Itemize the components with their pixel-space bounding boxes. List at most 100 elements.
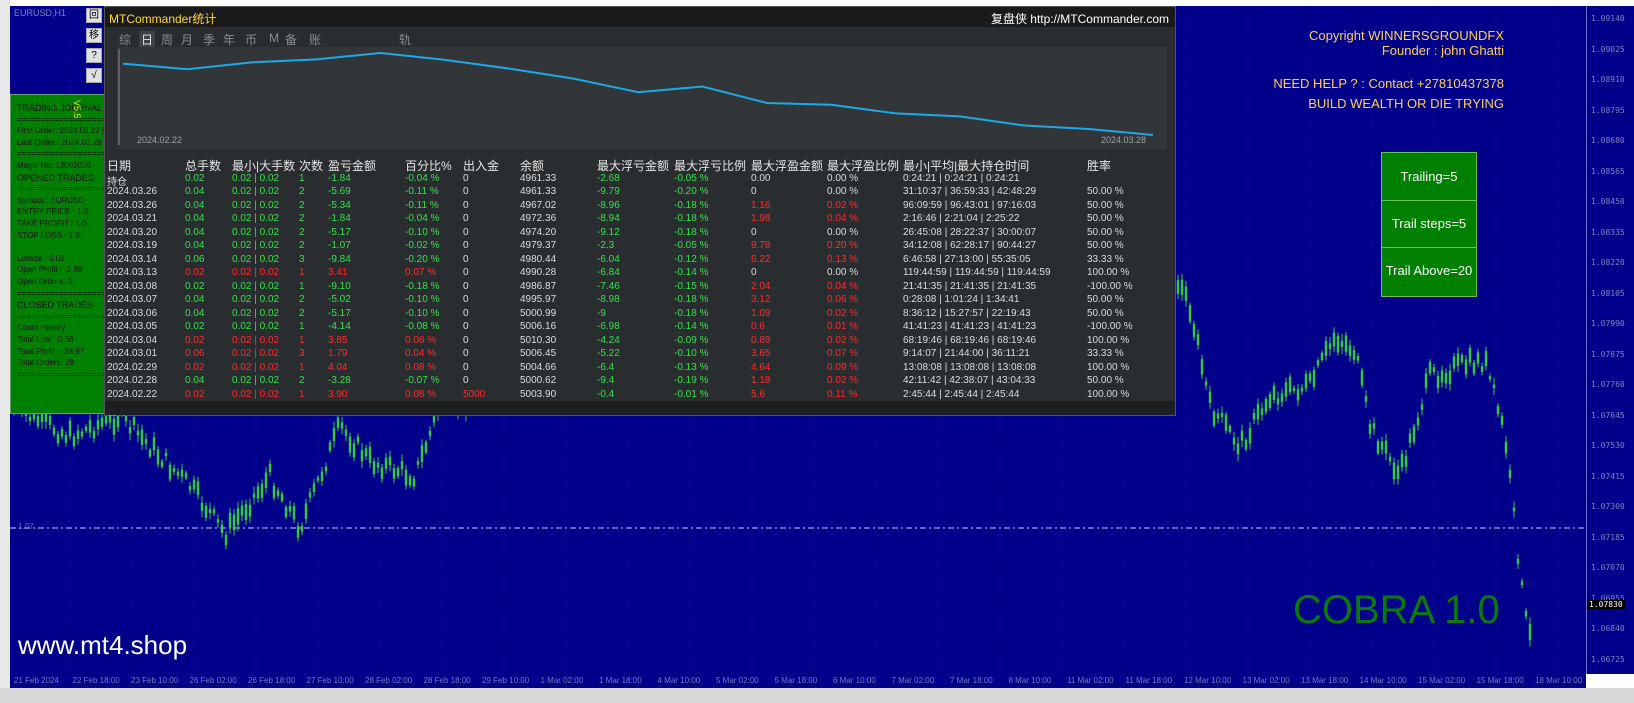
candle-body <box>64 434 68 443</box>
table-cell: 2024.03.08 <box>107 280 158 292</box>
panel-move-button[interactable]: 移 <box>86 28 102 43</box>
candle-body <box>128 426 132 434</box>
journal-line: ==================== <box>17 149 107 159</box>
column-header[interactable]: 最小|大手数 <box>232 157 295 174</box>
column-header[interactable]: 出入金 <box>463 157 499 174</box>
journal-line: STOP LOSS : 1.0... <box>17 230 87 240</box>
price-tick-label: 1.07300 <box>1591 502 1625 511</box>
candle-body <box>388 456 392 466</box>
column-header[interactable]: 百分比% <box>405 157 452 174</box>
table-cell: 33.33 % <box>1087 253 1124 265</box>
table-cell: 0.02 <box>185 321 205 332</box>
tab-4[interactable]: 季 <box>203 31 215 48</box>
price-tick-label: 1.07070 <box>1591 563 1625 572</box>
candle-body <box>416 461 420 465</box>
table-cell: 100.00 % <box>1087 388 1130 400</box>
candle-body <box>300 526 304 532</box>
holding-cell: 4961.33 <box>520 173 557 184</box>
table-cell: -3.28 <box>328 375 351 386</box>
column-header[interactable]: 最大浮亏比例 <box>674 157 746 174</box>
table-cell: -0.10 % <box>674 348 709 359</box>
candle-body <box>1428 361 1432 374</box>
column-header[interactable]: 最小|平均|最大持仓时间 <box>903 157 1029 174</box>
table-cell: 50.00 % <box>1087 186 1124 197</box>
candle-body <box>1464 359 1468 375</box>
journal-line: TRADING JOURNAL <box>17 103 103 113</box>
candle-body <box>1416 417 1420 426</box>
panel-site-link[interactable]: 复盘侠 http://MTCommander.com <box>991 10 1169 27</box>
table-cell: 100.00 % <box>1087 267 1130 278</box>
candle-body <box>404 469 408 486</box>
tab-8[interactable]: 备 <box>285 31 297 48</box>
candle-body <box>328 442 332 451</box>
table-cell: 0.07 % <box>827 348 859 359</box>
candle-body <box>312 483 316 493</box>
table-cell: 0.04 <box>185 199 205 211</box>
tab-7[interactable]: M <box>269 31 279 45</box>
candle-body <box>80 431 84 437</box>
holding-cell: 0.02 | 0.02 <box>232 173 280 184</box>
column-header[interactable]: 最大浮盈金额 <box>751 157 823 174</box>
table-cell: 0.04 <box>185 240 205 251</box>
candle-body <box>52 427 56 435</box>
candle-body <box>152 437 156 451</box>
table-cell: -0.08 % <box>405 321 440 332</box>
panel-restore-button[interactable]: 回 <box>86 8 102 23</box>
tab-2[interactable]: 周 <box>161 31 173 48</box>
table-cell: 100.00 % <box>1087 334 1130 346</box>
trailing-button[interactable]: Trailing=5 <box>1382 153 1476 201</box>
time-axis[interactable]: 21 Feb 2024 22 Feb 18:00 23 Feb 10:00 26 Fe… <box>10 674 1586 688</box>
column-header[interactable]: 次数 <box>299 157 323 174</box>
holding-cell: 0.00 <box>751 173 771 184</box>
candle-body <box>56 434 60 444</box>
table-cell: 0.02 | 0.02 <box>232 321 280 332</box>
panel-help-button[interactable]: ? <box>86 48 102 63</box>
table-cell: 0.04 <box>185 213 205 224</box>
price-scale[interactable]: 1.09140 1.09025 1.08910 1.08795 1.08680 1.085… <box>1586 6 1634 674</box>
journal-line: TAKE PROFIT : 1.0... <box>17 219 94 228</box>
candle-body <box>1348 345 1352 357</box>
price-tick-label: 1.08450 <box>1591 197 1625 206</box>
column-header[interactable]: 总手数 <box>185 157 221 174</box>
candle-body <box>136 430 140 436</box>
column-header[interactable]: 余额 <box>520 157 544 174</box>
column-header[interactable]: 胜率 <box>1087 157 1111 174</box>
tab-6[interactable]: 币 <box>245 31 257 48</box>
trail-steps-button[interactable]: Trail steps=5 <box>1382 200 1476 248</box>
tab-0[interactable]: 综 <box>119 31 131 48</box>
table-cell: -0.11 % <box>405 186 439 197</box>
candle-body <box>364 448 368 457</box>
column-header[interactable]: 最大浮盈比例 <box>827 157 899 174</box>
table-cell: 0.00 % <box>827 267 859 278</box>
table-cell: -0.18 % <box>674 213 709 224</box>
candle-body <box>1484 350 1488 366</box>
table-cell: 2024.03.05 <box>107 321 158 332</box>
table-cell: 1 <box>299 267 305 278</box>
candle-body <box>316 477 320 481</box>
trail-above-button[interactable]: Trail Above=20 <box>1382 247 1476 294</box>
column-header[interactable]: 最大浮亏金额 <box>597 157 669 174</box>
candle-body <box>188 486 192 491</box>
panel-title-bar[interactable]: MTCommander统计 复盘侠 http://MTCommander.com <box>105 7 1175 27</box>
table-cell: 0.02 <box>185 267 205 278</box>
panel-confirm-button[interactable]: √ <box>86 68 102 83</box>
tab-1[interactable]: 日 <box>139 31 156 48</box>
candle-body <box>1260 408 1264 415</box>
candle-body <box>1488 376 1492 380</box>
tab-5[interactable]: 年 <box>223 31 235 48</box>
tab-3[interactable]: 月 <box>181 31 193 48</box>
table-cell: 0.01 % <box>827 321 859 332</box>
table-cell: -6.04 <box>597 253 620 265</box>
journal-line: ==================== <box>17 288 107 298</box>
candle-body <box>360 450 364 462</box>
column-header[interactable]: 日期 <box>107 157 131 174</box>
candle-body <box>356 436 360 443</box>
candle-body <box>400 461 404 470</box>
trailing-settings-panel: Trailing=5 Trail steps=5 Trail Above=20 <box>1381 152 1477 297</box>
column-header[interactable]: 盈亏金额 <box>328 157 376 174</box>
candle-body <box>1228 426 1232 432</box>
mtcommander-stats-panel[interactable]: MTCommander统计 复盘侠 http://MTCommander.com… <box>104 6 1176 418</box>
candle-body <box>296 526 300 538</box>
candle-body <box>332 428 336 442</box>
candle-body <box>1320 352 1324 361</box>
